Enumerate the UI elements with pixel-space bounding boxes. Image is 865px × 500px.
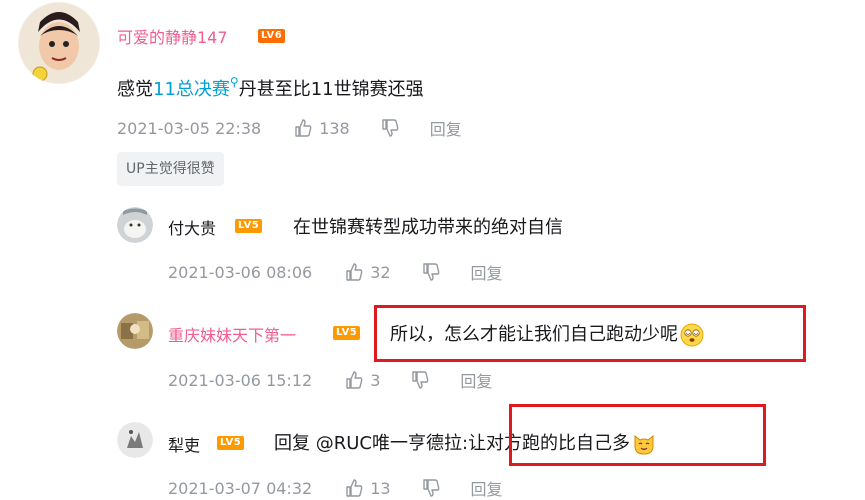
timestamp: 2021-03-06 15:12 [168, 370, 313, 390]
thumbs-up-icon [346, 263, 363, 281]
username[interactable]: 付大贵 [168, 215, 216, 239]
like-count: 32 [370, 262, 391, 282]
level-badge: LV5 [217, 436, 245, 450]
thumbs-down-icon [412, 371, 429, 389]
avatar[interactable] [117, 313, 153, 349]
username[interactable]: 可爱的静静147 [117, 24, 228, 48]
level-badge: LV6 [258, 29, 286, 43]
mention-link[interactable]: @RUC唯一亨德拉 [316, 433, 462, 454]
comment-text-part: 丹甚至比11世锦赛还强 [238, 79, 424, 100]
reply-button[interactable]: 回复 [460, 368, 492, 392]
thumbs-down-icon [422, 263, 439, 281]
comment-meta: 2021-03-07 04:32 13 回复 [168, 476, 503, 500]
dislike-button[interactable] [421, 478, 441, 498]
like-button[interactable]: 3 [344, 370, 380, 390]
reply-button[interactable]: 回复 [430, 116, 462, 140]
comment-meta: 2021-03-05 22:38 138 回复 [117, 116, 462, 140]
like-count: 138 [319, 118, 350, 138]
thumbs-down-icon [382, 119, 399, 137]
comment-text: 在世锦赛转型成功带来的绝对自信 [293, 217, 563, 238]
username[interactable]: 犁吏 [168, 432, 200, 456]
dislike-button[interactable] [410, 370, 430, 390]
comment-meta: 2021-03-06 15:12 3 回复 [168, 368, 492, 392]
level-badge: LV5 [333, 326, 361, 340]
thumbs-up-icon [346, 371, 363, 389]
avatar[interactable] [117, 207, 153, 243]
comment-meta: 2021-03-06 08:06 32 回复 [168, 260, 503, 284]
thumbs-up-icon [346, 479, 363, 497]
like-button[interactable]: 138 [293, 118, 350, 138]
dislike-button[interactable] [380, 118, 400, 138]
avatar[interactable] [117, 422, 153, 458]
highlight-box [509, 404, 766, 466]
comment-text: 感觉11总决赛⚲丹甚至比11世锦赛还强 [117, 75, 424, 101]
avatar[interactable] [18, 2, 100, 84]
search-icon[interactable]: ⚲ [230, 75, 239, 89]
up-liked-badge: UP主觉得很赞 [117, 152, 224, 186]
reply-button[interactable]: 回复 [471, 260, 503, 284]
thumbs-up-icon [295, 119, 312, 137]
comment-text-part: 感觉 [117, 79, 153, 100]
like-button[interactable]: 13 [344, 478, 391, 498]
highlight-box [374, 305, 806, 362]
reply-prefix: 回复 [274, 433, 316, 454]
username[interactable]: 重庆妹妹天下第一 [168, 322, 296, 346]
reply-button[interactable]: 回复 [471, 476, 503, 500]
like-count: 3 [370, 370, 381, 390]
timestamp: 2021-03-05 22:38 [117, 118, 262, 138]
topic-link[interactable]: 11总决赛 [153, 79, 230, 100]
timestamp: 2021-03-06 08:06 [168, 262, 313, 282]
dislike-button[interactable] [421, 262, 441, 282]
like-count: 13 [370, 478, 391, 498]
level-badge: LV5 [235, 219, 263, 233]
like-button[interactable]: 32 [344, 262, 391, 282]
timestamp: 2021-03-07 04:32 [168, 478, 313, 498]
thumbs-down-icon [422, 479, 439, 497]
